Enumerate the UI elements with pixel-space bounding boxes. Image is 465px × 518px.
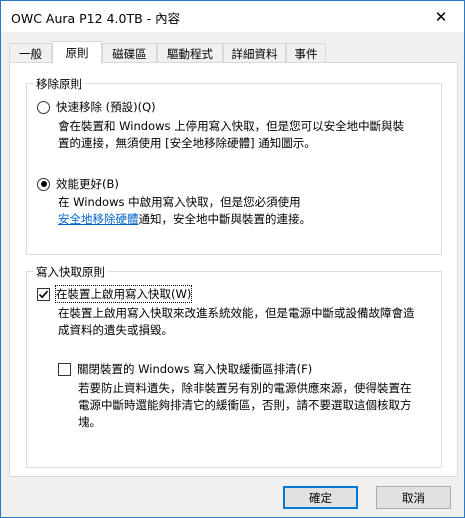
turn-off-flushing-description: 若要防止資料遺失，除非裝置另有別的電源供應來源，使得裝置在 電源中斷時還能夠排清…	[78, 380, 412, 431]
enable-write-cache-checkbox[interactable]	[37, 287, 50, 301]
quick-removal-label: 快速移除 (預設)(Q)	[56, 100, 156, 114]
tab-label: 驅動程式	[167, 46, 213, 61]
desc-line: 成資料的遺失或損毀。	[58, 323, 173, 337]
tab-driver[interactable]: 驅動程式	[157, 43, 223, 63]
close-icon: ✕	[434, 7, 448, 26]
desc-line: 在 Windows 中啟用寫入快取，但是您必須使用	[58, 195, 301, 209]
safely-remove-hardware-link[interactable]: 安全地移除硬體	[58, 212, 139, 226]
tab-policies[interactable]: 原則	[52, 41, 102, 64]
ok-button-label: 確定	[309, 490, 332, 505]
quick-removal-description: 會在裝置和 Windows 上停用寫入快取，但是您可以安全地中斷與裝 置的連接，…	[58, 118, 404, 152]
tab-label: 原則	[65, 46, 89, 60]
turn-off-flushing-checkbox[interactable]	[58, 362, 71, 376]
desc-line: 會在裝置和 Windows 上停用寫入快取，但是您可以安全地中斷與裝	[58, 119, 405, 133]
desc-line: 若要防止資料遺失，除非裝置另有別的電源供應來源，使得裝置在	[78, 381, 412, 395]
desc-line: 在裝置上啟用寫入快取來改進系統效能，但是電源中斷或設備故障會造	[58, 306, 415, 320]
tab-volumes[interactable]: 磁碟區	[102, 43, 157, 63]
better-performance-description: 在 Windows 中啟用寫入快取，但是您必須使用 安全地移除硬體通知，安全地中…	[58, 194, 311, 228]
close-button[interactable]: ✕	[418, 1, 464, 32]
quick-removal-option[interactable]: 快速移除 (預設)(Q)	[37, 99, 156, 115]
quick-removal-radio[interactable]	[37, 100, 50, 114]
tab-strip: 一般 原則 磁碟區 驅動程式 詳細資料 事件	[9, 41, 456, 64]
better-performance-label: 效能更好(B)	[56, 177, 119, 191]
enable-write-cache-label: 在裝置上啟用寫入快取(W)	[54, 285, 193, 303]
tab-general[interactable]: 一般	[9, 43, 52, 63]
ok-button[interactable]: 確定	[283, 486, 358, 509]
write-cache-policy-legend: 寫入快取原則	[34, 264, 107, 280]
better-performance-option[interactable]: 效能更好(B)	[37, 176, 119, 192]
title-bar: OWC Aura P12 4.0TB - 內容 ✕	[1, 1, 464, 32]
removal-policy-legend: 移除原則	[34, 76, 84, 92]
cancel-button-label: 取消	[402, 490, 425, 505]
tab-label: 事件	[294, 46, 318, 61]
properties-dialog: OWC Aura P12 4.0TB - 內容 ✕ 一般 原則 磁碟區 驅動程式…	[0, 0, 465, 518]
turn-off-flushing-option[interactable]: 關閉裝置的 Windows 寫入快取緩衝區排清(F)	[58, 361, 312, 377]
tab-label: 一般	[19, 46, 42, 61]
enable-write-cache-option[interactable]: 在裝置上啟用寫入快取(W)	[37, 285, 193, 303]
window-title: OWC Aura P12 4.0TB - 內容	[11, 11, 181, 26]
desc-line: 安全地移除硬體通知，安全地中斷與裝置的連接。	[58, 211, 311, 228]
tab-events[interactable]: 事件	[286, 43, 326, 63]
turn-off-flushing-label: 關閉裝置的 Windows 寫入快取緩衝區排清(F)	[77, 362, 313, 376]
desc-line: 電源中斷時還能夠排清它的緩衝區，否則，請不要選取這個核取方	[78, 398, 412, 412]
tab-label: 磁碟區	[112, 46, 147, 61]
checkmark-icon	[38, 290, 49, 298]
better-performance-radio[interactable]	[37, 177, 50, 191]
desc-text: 通知，安全地中斷與裝置的連接。	[138, 212, 312, 226]
tab-label: 詳細資料	[231, 46, 278, 61]
cancel-button[interactable]: 取消	[376, 486, 451, 509]
enable-write-cache-description: 在裝置上啟用寫入快取來改進系統效能，但是電源中斷或設備故障會造 成資料的遺失或損…	[58, 305, 415, 339]
desc-line: 塊。	[78, 415, 101, 429]
desc-line: 置的連接，無須使用 [安全地移除硬體] 通知圖示。	[58, 136, 316, 150]
policies-panel: 移除原則 快速移除 (預設)(Q) 會在裝置和 Windows 上停用寫入快取，…	[9, 62, 458, 477]
tab-details[interactable]: 詳細資料	[223, 43, 286, 63]
